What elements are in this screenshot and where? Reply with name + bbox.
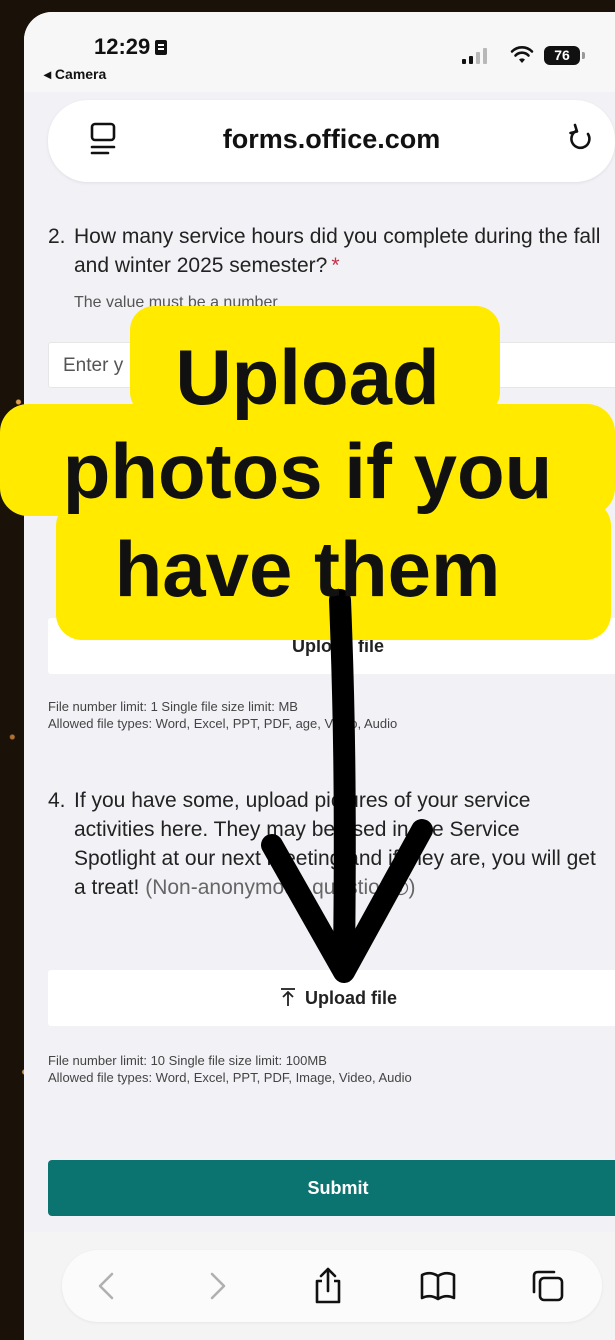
upload-label: Upload file: [304, 988, 397, 1008]
number-hint: The value must be a number: [74, 294, 278, 311]
limits-line-2: Allowed file types: Word, Excel, PPT, PD…: [48, 1070, 412, 1085]
question-4: 4. If you have some, upload pictures of …: [48, 786, 603, 902]
forward-chevron-icon[interactable]: [196, 1266, 236, 1306]
tabs-icon[interactable]: [528, 1266, 568, 1306]
upload-file-button-q4[interactable]: Upload file: [48, 970, 615, 1026]
limits-line-1: File number limit: 10 Single file size l…: [48, 1053, 327, 1068]
status-time: 12:29: [94, 34, 168, 60]
reload-icon[interactable]: [566, 122, 596, 156]
note-text: (Non-anonymous question: [145, 876, 392, 899]
status-bar: 12:29 ◂ Camera 76: [24, 12, 615, 92]
upload-label: Upload file: [291, 636, 384, 656]
upload-file-button-q3[interactable]: Upload file: [48, 618, 615, 674]
question-2: 2. How many service hours did you comple…: [48, 222, 603, 280]
question-number: 2.: [48, 225, 66, 248]
url-text[interactable]: forms.office.com: [48, 124, 615, 155]
time-text: 12:29: [94, 34, 151, 59]
anonymity-note: (Non-anonymous question): [145, 876, 415, 899]
overlay-line-3: have them: [114, 525, 501, 613]
info-icon[interactable]: [393, 880, 409, 896]
id-card-icon: [155, 40, 168, 55]
question-text: If you have some, upload pictures of you…: [48, 786, 603, 902]
wifi-icon: [510, 46, 534, 63]
browser-toolbar: [24, 1232, 615, 1340]
battery-level: 76: [554, 47, 570, 63]
upload-limits-q4: File number limit: 10 Single file size l…: [48, 1052, 412, 1086]
question-number: 4.: [48, 789, 66, 812]
limits-line-1: File number limit: 1 Single file size li…: [48, 699, 298, 714]
battery-tip: [582, 52, 585, 59]
bookmarks-icon[interactable]: [418, 1266, 458, 1306]
required-mark: *: [331, 254, 340, 277]
toolbar-pill: [62, 1250, 602, 1322]
submit-button[interactable]: Submit: [48, 1160, 615, 1216]
limits-line-2: Allowed file types: Word, Excel, PPT, PD…: [48, 716, 398, 731]
overlay-line-1: Upload: [175, 333, 440, 421]
note-end: ): [408, 876, 416, 899]
question-text: How many service hours did you complete …: [48, 222, 603, 280]
back-chevron-icon[interactable]: [88, 1266, 128, 1306]
upload-limits-q3: File number limit: 1 Single file size li…: [48, 698, 397, 732]
overlay-line-2: photos if you: [62, 427, 553, 515]
phone-screen: 12:29 ◂ Camera 76 forms.office.com 2. Ho…: [24, 12, 615, 1340]
upload-icon: [280, 988, 295, 1006]
address-bar[interactable]: forms.office.com: [48, 100, 615, 182]
signal-icon: [462, 48, 490, 64]
share-icon[interactable]: [308, 1266, 348, 1306]
back-to-app-link[interactable]: ◂ Camera: [44, 66, 106, 83]
battery-icon: 76: [544, 46, 580, 65]
